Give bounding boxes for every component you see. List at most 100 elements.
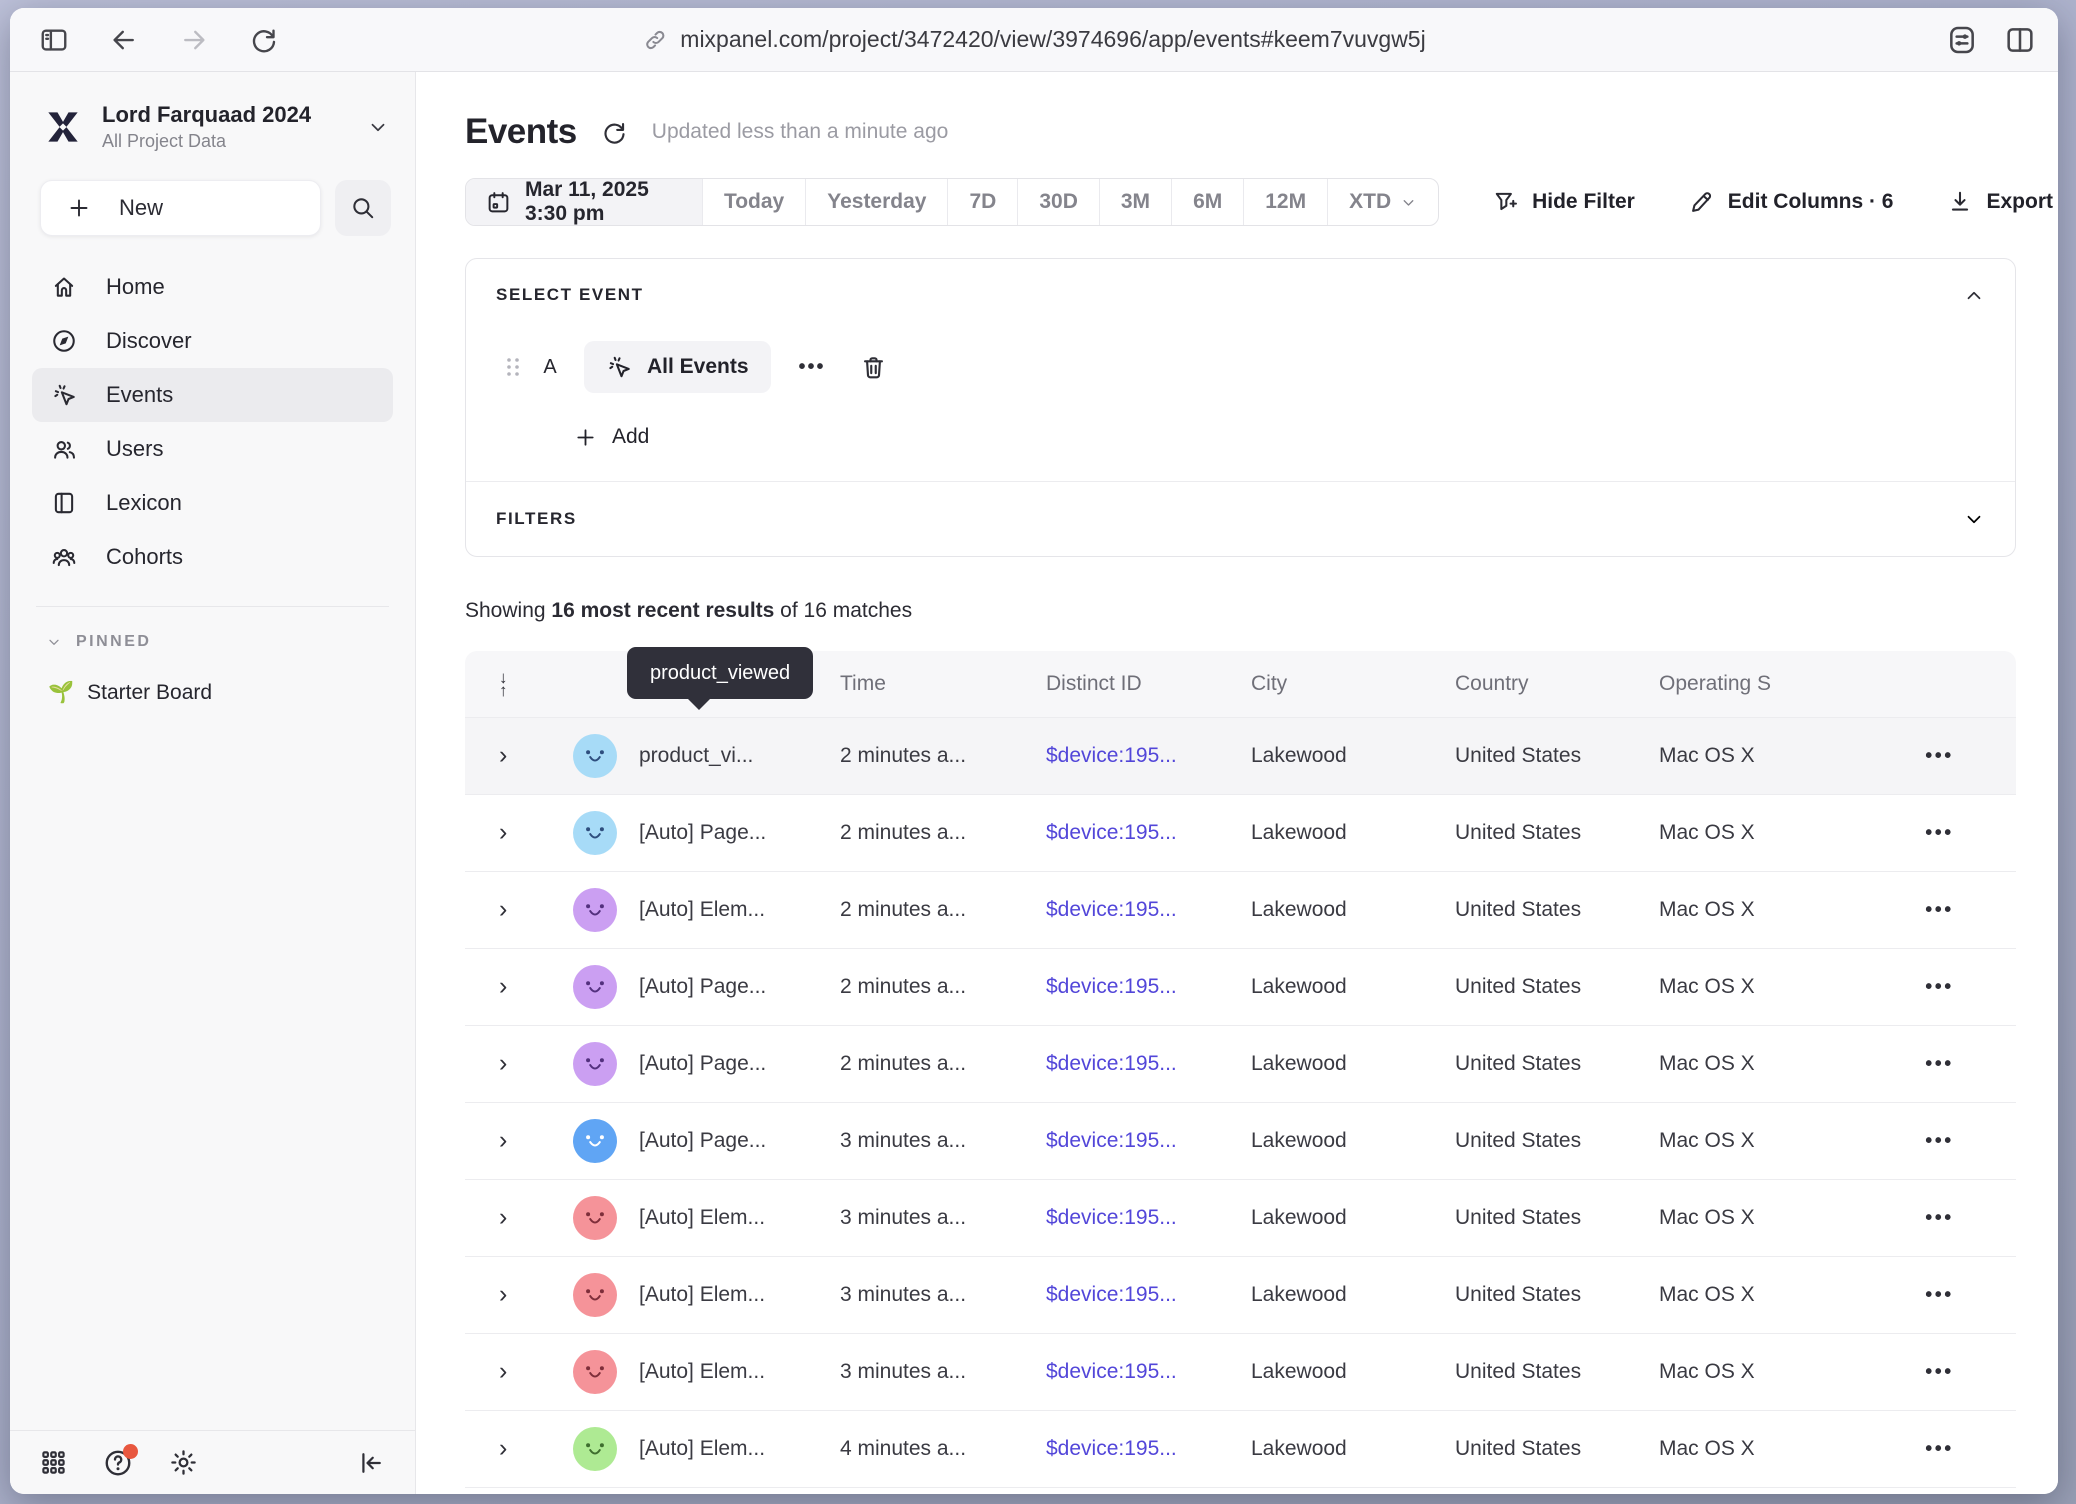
table-row[interactable]: › [Auto] Elem... 3 minutes a... $device:…	[465, 1256, 2016, 1333]
split-view-icon[interactable]	[2004, 24, 2036, 56]
add-event-button[interactable]: Add	[574, 425, 1985, 449]
expand-row-icon[interactable]: ›	[499, 818, 507, 846]
column-distinct-id[interactable]: Distinct ID	[1046, 672, 1251, 696]
range-3m[interactable]: 3M	[1099, 179, 1171, 225]
table-row[interactable]: › [Auto] Elem... 3 minutes a... $device:…	[465, 1179, 2016, 1256]
table-row[interactable]: › [Auto] Elem... 3 minutes a... $device:…	[465, 1333, 2016, 1410]
event-name[interactable]: [Auto] Page...	[639, 975, 840, 999]
expand-row-icon[interactable]: ›	[499, 1049, 507, 1077]
chevron-up-icon[interactable]	[1963, 285, 1985, 307]
edit-columns-button[interactable]: Edit Columns · 6	[1689, 189, 1894, 215]
expand-row-icon[interactable]: ›	[499, 895, 507, 923]
row-menu-button[interactable]: •••	[1925, 745, 1954, 768]
page-settings-icon[interactable]	[1946, 24, 1978, 56]
table-row[interactable]: › product_vi... 2 minutes a... $device:1…	[465, 717, 2016, 794]
collapse-all-button[interactable]: ↓↑	[465, 671, 551, 697]
distinct-id-link[interactable]: $device:195...	[1046, 1437, 1251, 1461]
event-name[interactable]: [Auto] Page...	[639, 1052, 840, 1076]
filters-section[interactable]: FILTERS	[466, 482, 2015, 556]
range-yesterday[interactable]: Yesterday	[805, 179, 947, 225]
event-selector-pill[interactable]: All Events	[584, 341, 771, 393]
apps-grid-icon[interactable]	[40, 1449, 67, 1476]
sidebar-item-lexicon[interactable]: Lexicon	[32, 476, 393, 530]
sidebar-item-discover[interactable]: Discover	[32, 314, 393, 368]
expand-row-icon[interactable]: ›	[499, 1203, 507, 1231]
event-name[interactable]: [Auto] Elem...	[639, 1206, 840, 1230]
column-country[interactable]: Country	[1455, 672, 1659, 696]
range-12m[interactable]: 12M	[1243, 179, 1327, 225]
table-row[interactable]: › [Auto] Page... 2 minutes a... $device:…	[465, 948, 2016, 1025]
back-icon[interactable]	[104, 20, 144, 60]
table-row[interactable]: › [Auto] Page... 2 minutes a... $device:…	[465, 794, 2016, 871]
range-6m[interactable]: 6M	[1171, 179, 1243, 225]
event-name[interactable]: [Auto] Page...	[639, 821, 840, 845]
table-row[interactable]: › [Auto] Page... 2 minutes a... $device:…	[465, 1025, 2016, 1102]
range-today[interactable]: Today	[702, 179, 805, 225]
row-menu-button[interactable]: •••	[1925, 1361, 1954, 1384]
row-menu-button[interactable]: •••	[1925, 1130, 1954, 1153]
event-name[interactable]: [Auto] Elem...	[639, 898, 840, 922]
event-name[interactable]: product_vi...	[639, 744, 840, 768]
sidebar-toggle-icon[interactable]	[34, 20, 74, 60]
distinct-id-link[interactable]: $device:195...	[1046, 1360, 1251, 1384]
column-time[interactable]: Time	[840, 672, 1046, 696]
range-30d[interactable]: 30D	[1017, 179, 1099, 225]
event-name[interactable]: [Auto] Page...	[639, 1129, 840, 1153]
row-menu-button[interactable]: •••	[1925, 1207, 1954, 1230]
date-picker[interactable]: Mar 11, 2025 3:30 pm	[466, 179, 702, 225]
sidebar-item-starter-board[interactable]: 🌱 Starter Board	[10, 651, 415, 705]
distinct-id-link[interactable]: $device:195...	[1046, 1052, 1251, 1076]
trash-icon[interactable]	[860, 354, 887, 381]
new-button[interactable]: New	[40, 180, 321, 236]
expand-row-icon[interactable]: ›	[499, 741, 507, 769]
table-row[interactable]: › [Auto] Page... 3 minutes a... $device:…	[465, 1102, 2016, 1179]
settings-gear-icon[interactable]	[169, 1448, 198, 1477]
refresh-icon[interactable]	[601, 119, 628, 146]
distinct-id-link[interactable]: $device:195...	[1046, 898, 1251, 922]
distinct-id-link[interactable]: $device:195...	[1046, 1206, 1251, 1230]
expand-row-icon[interactable]: ›	[499, 972, 507, 1000]
row-menu-button[interactable]: •••	[1925, 822, 1954, 845]
expand-row-icon[interactable]: ›	[499, 1357, 507, 1385]
range-xtd-dropdown[interactable]: XTD	[1327, 179, 1438, 225]
reload-icon[interactable]	[244, 20, 284, 60]
export-button[interactable]: Export	[1947, 189, 2053, 215]
expand-collapse-icon: ↓↑	[499, 671, 551, 697]
forward-icon[interactable]	[174, 20, 214, 60]
distinct-id-link[interactable]: $device:195...	[1046, 1283, 1251, 1307]
expand-row-icon[interactable]: ›	[499, 1434, 507, 1462]
table-row[interactable]: › [Auto] Elem... 4 minutes a... $device:…	[465, 1410, 2016, 1487]
distinct-id-link[interactable]: $device:195...	[1046, 744, 1251, 768]
expand-row-icon[interactable]: ›	[499, 1280, 507, 1308]
project-switcher[interactable]: Lord Farquaad 2024 All Project Data	[10, 102, 415, 152]
row-menu-button[interactable]: •••	[1925, 899, 1954, 922]
search-button[interactable]	[335, 180, 391, 236]
row-menu-button[interactable]: •••	[1925, 976, 1954, 999]
event-name[interactable]: [Auto] Elem...	[639, 1283, 840, 1307]
event-name[interactable]: [Auto] Elem...	[639, 1360, 840, 1384]
sidebar-item-home[interactable]: Home	[32, 260, 393, 314]
address-bar[interactable]: mixpanel.com/project/3472420/view/397469…	[642, 26, 1425, 53]
table-row-partial[interactable]	[465, 1487, 2016, 1494]
sidebar-item-cohorts[interactable]: Cohorts	[32, 530, 393, 584]
sidebar-item-events[interactable]: Events	[32, 368, 393, 422]
pinned-section-header[interactable]: PINNED	[10, 607, 415, 651]
row-menu-button[interactable]: •••	[1925, 1284, 1954, 1307]
column-operating-system[interactable]: Operating S	[1659, 672, 1863, 696]
range-7d[interactable]: 7D	[947, 179, 1017, 225]
help-button[interactable]	[103, 1448, 133, 1478]
sidebar-item-users[interactable]: Users	[32, 422, 393, 476]
row-menu-button[interactable]: •••	[1925, 1053, 1954, 1076]
event-name[interactable]: [Auto] Elem...	[639, 1437, 840, 1461]
distinct-id-link[interactable]: $device:195...	[1046, 821, 1251, 845]
expand-row-icon[interactable]: ›	[499, 1126, 507, 1154]
collapse-sidebar-icon[interactable]	[357, 1449, 385, 1477]
clause-menu-button[interactable]: •••	[799, 356, 826, 379]
distinct-id-link[interactable]: $device:195...	[1046, 1129, 1251, 1153]
distinct-id-link[interactable]: $device:195...	[1046, 975, 1251, 999]
column-city[interactable]: City	[1251, 672, 1455, 696]
drag-handle-icon[interactable]	[504, 356, 522, 378]
hide-filter-button[interactable]: Hide Filter	[1493, 189, 1635, 215]
table-row[interactable]: › [Auto] Elem... 2 minutes a... $device:…	[465, 871, 2016, 948]
row-menu-button[interactable]: •••	[1925, 1438, 1954, 1461]
